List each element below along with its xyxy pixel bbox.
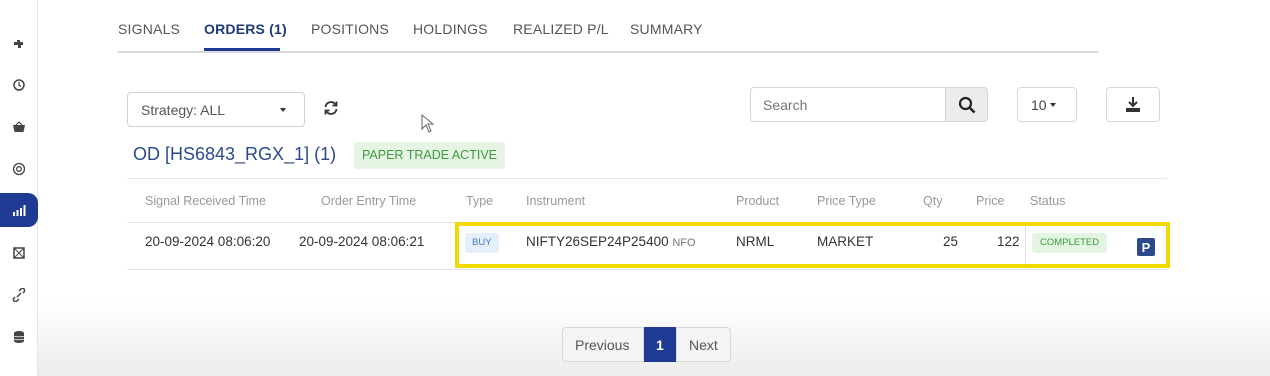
download-button[interactable]	[1106, 87, 1160, 122]
header-type: Type	[466, 194, 494, 208]
active-tab-indicator	[204, 48, 280, 51]
screen-icon[interactable]	[0, 236, 38, 270]
basket-icon[interactable]	[0, 110, 38, 144]
cell-signal-time: 20-09-2024 08:06:20	[145, 234, 271, 249]
target-icon[interactable]	[0, 152, 38, 186]
strategy-heading: OD [HS6843_RGX_1] (1)	[133, 144, 337, 164]
tab-bar: SIGNALS ORDERS (1) POSITIONS HOLDINGS RE…	[118, 0, 1098, 53]
tab-orders[interactable]: ORDERS (1)	[204, 21, 287, 37]
caret-down-icon	[280, 108, 286, 112]
page-1-button[interactable]: 1	[644, 327, 676, 362]
download-icon	[1126, 96, 1140, 112]
previous-button[interactable]: Previous	[562, 327, 644, 362]
search-icon	[958, 96, 975, 113]
paper-trade-badge: PAPER TRADE ACTIVE	[354, 142, 505, 169]
header-entry-time: Order Entry Time	[321, 194, 417, 208]
strategy-select[interactable]: Strategy: ALL	[127, 92, 305, 127]
table-bottom-border	[127, 269, 1167, 270]
caret-down-icon	[1050, 103, 1056, 107]
search-button[interactable]	[945, 87, 988, 122]
header-signal-time: Signal Received Time	[145, 194, 266, 208]
tab-signals[interactable]: SIGNALS	[118, 21, 180, 37]
link-icon[interactable]	[0, 278, 38, 312]
history-icon[interactable]	[0, 68, 38, 102]
page-size-value: 10	[1031, 97, 1047, 113]
pagination: Previous 1 Next	[562, 327, 731, 362]
page-size-select[interactable]: 10	[1017, 87, 1077, 122]
table-top-border	[127, 178, 1167, 179]
header-instrument: Instrument	[526, 194, 586, 208]
search-input[interactable]	[750, 87, 946, 122]
header-status: Status	[1030, 194, 1066, 208]
next-button[interactable]: Next	[676, 327, 731, 362]
header-product: Product	[736, 194, 780, 208]
strategy-select-label: Strategy: ALL	[141, 102, 226, 118]
tab-summary[interactable]: SUMMARY	[630, 21, 703, 37]
row-highlight-box	[455, 222, 1170, 268]
tab-positions[interactable]: POSITIONS	[311, 21, 389, 37]
tab-holdings[interactable]: HOLDINGS	[413, 21, 488, 37]
sidebar	[0, 0, 38, 376]
mouse-cursor-icon	[421, 113, 435, 134]
cell-entry-time: 20-09-2024 08:06:21	[299, 234, 425, 249]
tab-realized-pl[interactable]: REALIZED P/L	[513, 21, 609, 37]
signal-bars-icon[interactable]	[0, 193, 38, 227]
puzzle-icon[interactable]	[0, 27, 38, 61]
refresh-icon[interactable]	[322, 99, 340, 117]
header-price-type: Price Type	[817, 194, 876, 208]
header-price: Price	[976, 194, 1005, 208]
header-qty: Qty	[923, 194, 943, 208]
database-icon[interactable]	[0, 320, 38, 354]
